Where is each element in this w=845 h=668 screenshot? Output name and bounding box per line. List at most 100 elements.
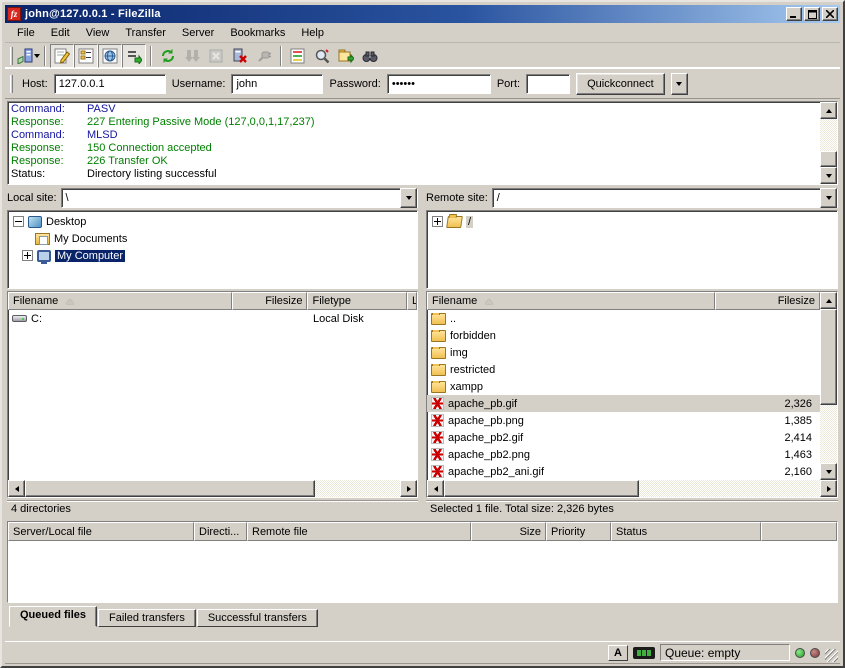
- column-header-remote-file[interactable]: Remote file: [247, 522, 471, 541]
- toolbar-gripper[interactable]: [10, 47, 13, 65]
- column-header-direction[interactable]: Directi...: [194, 522, 247, 541]
- site-manager-dropdown-icon[interactable]: [34, 54, 40, 58]
- remote-status-text: Selected 1 file. Total size: 2,326 bytes: [426, 500, 838, 518]
- log-label: Command:: [11, 129, 87, 142]
- remote-horizontal-scrollbar[interactable]: [427, 480, 837, 497]
- resize-grip[interactable]: [825, 649, 838, 662]
- process-queue-button[interactable]: [180, 44, 204, 68]
- scroll-left-button[interactable]: [8, 480, 25, 497]
- directory-comparison-button[interactable]: [334, 44, 358, 68]
- file-search-button[interactable]: [310, 44, 334, 68]
- menu-edit[interactable]: Edit: [43, 24, 78, 42]
- cancel-operation-button[interactable]: [204, 44, 228, 68]
- column-header-filename[interactable]: Filename: [8, 292, 232, 310]
- folder-icon: [431, 364, 446, 376]
- refresh-button[interactable]: [156, 44, 180, 68]
- remote-row[interactable]: apache_pb.png1,385: [427, 412, 820, 429]
- column-header-last-modified[interactable]: L: [407, 292, 417, 310]
- toggle-remote-tree-button[interactable]: [98, 44, 122, 68]
- scrollbar-thumb[interactable]: [820, 309, 837, 405]
- remote-list-body: .. forbidden img restricted xampp apache…: [427, 310, 820, 480]
- menu-server[interactable]: Server: [174, 24, 222, 42]
- log-vertical-scrollbar[interactable]: [820, 102, 837, 184]
- scroll-right-button[interactable]: [820, 480, 837, 497]
- synchronized-browsing-button[interactable]: [358, 44, 382, 68]
- remote-row[interactable]: apache_pb2_ani.gif2,160: [427, 463, 820, 480]
- remote-row[interactable]: apache_pb2.gif2,414: [427, 429, 820, 446]
- remote-site-dropdown-button[interactable]: [820, 188, 837, 208]
- binoculars-icon: [362, 48, 378, 64]
- remote-site-combobox[interactable]: /: [492, 188, 838, 208]
- menu-view[interactable]: View: [78, 24, 118, 42]
- username-input[interactable]: [231, 74, 323, 94]
- site-manager-button[interactable]: [16, 44, 40, 68]
- remote-row[interactable]: img: [427, 344, 820, 361]
- data-type-indicator-icon[interactable]: A: [608, 645, 628, 661]
- expand-icon[interactable]: [22, 250, 33, 261]
- tab-successful-transfers[interactable]: Successful transfers: [197, 609, 318, 627]
- column-header-size[interactable]: Size: [471, 522, 546, 541]
- close-button[interactable]: [822, 7, 838, 21]
- speed-limits-icon[interactable]: [633, 647, 655, 659]
- remote-row[interactable]: xampp: [427, 378, 820, 395]
- queue-body[interactable]: [8, 541, 837, 602]
- column-header-filetype[interactable]: Filetype: [307, 292, 407, 310]
- scroll-right-button[interactable]: [400, 480, 417, 497]
- toggle-transfer-queue-button[interactable]: [122, 44, 146, 68]
- menu-help[interactable]: Help: [293, 24, 332, 42]
- scroll-down-button[interactable]: [820, 167, 837, 184]
- menu-bookmarks[interactable]: Bookmarks: [222, 24, 293, 42]
- column-header-filesize[interactable]: Filesize: [232, 292, 308, 310]
- toggle-message-log-button[interactable]: [50, 44, 74, 68]
- tree-item-my-documents[interactable]: My Documents: [9, 230, 416, 247]
- menu-bar: File Edit View Transfer Server Bookmarks…: [5, 23, 840, 43]
- tab-failed-transfers[interactable]: Failed transfers: [98, 609, 196, 627]
- scroll-up-button[interactable]: [820, 292, 837, 309]
- remote-row[interactable]: restricted: [427, 361, 820, 378]
- column-header-filename[interactable]: Filename: [427, 292, 715, 310]
- reconnect-button[interactable]: [252, 44, 276, 68]
- remote-vertical-scrollbar[interactable]: [820, 292, 837, 480]
- local-site-combobox[interactable]: \: [61, 188, 418, 208]
- collapse-icon[interactable]: [13, 216, 24, 227]
- remote-row[interactable]: forbidden: [427, 327, 820, 344]
- host-input[interactable]: [54, 74, 166, 94]
- scroll-left-button[interactable]: [427, 480, 444, 497]
- column-header-server-local-file[interactable]: Server/Local file: [8, 522, 194, 541]
- filter-button[interactable]: [286, 44, 310, 68]
- minimize-button[interactable]: [786, 7, 802, 21]
- menu-file[interactable]: File: [9, 24, 43, 42]
- remote-row[interactable]: apache_pb2.png1,463: [427, 446, 820, 463]
- quickconnect-button[interactable]: Quickconnect: [576, 73, 665, 95]
- remote-row[interactable]: ..: [427, 310, 820, 327]
- column-header-filesize[interactable]: Filesize: [715, 292, 820, 310]
- tree-item-root[interactable]: /: [428, 213, 836, 230]
- tree-item-desktop[interactable]: Desktop: [9, 213, 416, 230]
- remote-row-selected[interactable]: apache_pb.gif2,326: [427, 395, 820, 412]
- scrollbar-thumb[interactable]: [820, 151, 837, 167]
- toggle-local-tree-button[interactable]: [74, 44, 98, 68]
- remote-file-list: Filename Filesize .. forbidden img restr…: [426, 291, 838, 498]
- folder-icon: [431, 347, 446, 359]
- scroll-down-button[interactable]: [820, 463, 837, 480]
- toolbar-separator: [44, 46, 46, 66]
- scrollbar-thumb[interactable]: [444, 480, 639, 497]
- quickconnect-dropdown-button[interactable]: [671, 73, 688, 95]
- column-header-priority[interactable]: Priority: [546, 522, 611, 541]
- disconnect-button[interactable]: [228, 44, 252, 68]
- quickbar-gripper[interactable]: [10, 75, 13, 93]
- tree-item-my-computer[interactable]: My Computer: [9, 247, 416, 264]
- local-row-c-drive[interactable]: C: Local Disk: [8, 310, 417, 327]
- menu-transfer[interactable]: Transfer: [117, 24, 174, 42]
- scroll-up-button[interactable]: [820, 102, 837, 119]
- expand-icon[interactable]: [432, 216, 443, 227]
- local-site-dropdown-button[interactable]: [400, 188, 417, 208]
- port-input[interactable]: [526, 74, 570, 94]
- titlebar[interactable]: fz john@127.0.0.1 - FileZilla: [5, 5, 840, 23]
- column-header-status[interactable]: Status: [611, 522, 761, 541]
- tab-queued-files[interactable]: Queued files: [9, 606, 97, 627]
- maximize-button[interactable]: [804, 7, 820, 21]
- local-horizontal-scrollbar[interactable]: [8, 480, 417, 497]
- password-input[interactable]: [387, 74, 491, 94]
- scrollbar-thumb[interactable]: [25, 480, 315, 497]
